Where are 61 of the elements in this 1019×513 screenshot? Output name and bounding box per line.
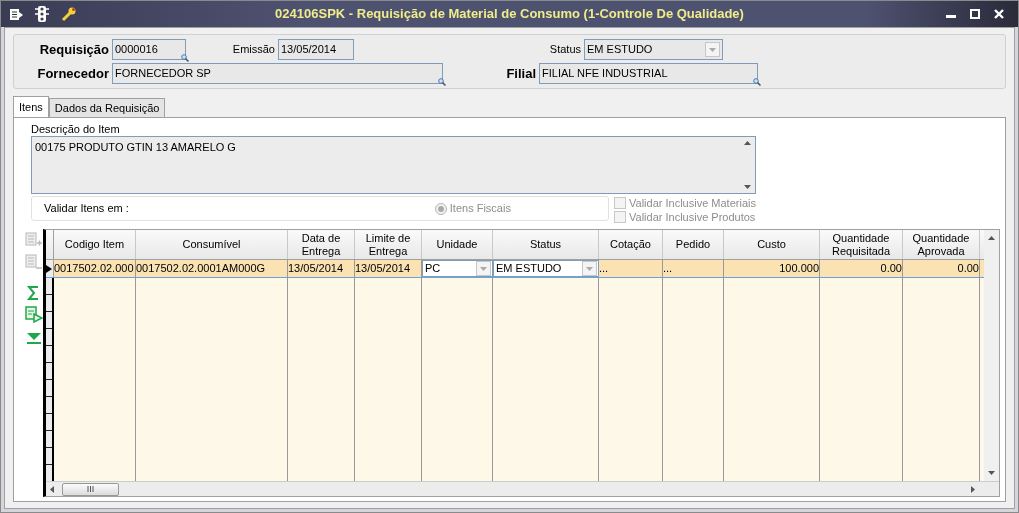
row-pointer-icon [46, 264, 52, 273]
checkbox-label: Validar Inclusive Materiais [629, 195, 756, 211]
scroll-up-icon[interactable] [988, 236, 995, 240]
search-icon[interactable] [181, 54, 189, 62]
column-header[interactable]: Pedido [663, 230, 724, 259]
menu-icon[interactable] [9, 7, 23, 21]
column-header[interactable]: Data de Entrega [288, 230, 355, 259]
status-dropdown[interactable]: EM ESTUDO [584, 39, 723, 60]
table-cell: ... [599, 260, 663, 277]
field-label: Filial [505, 64, 536, 83]
grid-dropdown[interactable]: PC [422, 260, 493, 277]
table-cell: ... [663, 260, 724, 277]
run-icon[interactable] [25, 306, 43, 323]
table-cell: 0.00 [820, 260, 903, 277]
grid-dropdown[interactable]: EM ESTUDO [493, 260, 599, 277]
close-icon[interactable] [994, 9, 1004, 19]
grid-row[interactable]: 0017502.02.000 0017502.02.0001AM000G 13/05/2014 13/05/2014 PC EM ESTUDO ... ... 100.000 0.00 0.00 [46, 260, 984, 278]
column-header[interactable]: Quantidade Requisitada [820, 230, 903, 259]
scroll-thumb[interactable] [62, 482, 119, 496]
table-cell: 0017502.02.0001AM000G [136, 260, 288, 277]
field-label: Fornecedor [36, 64, 109, 83]
traffic-light-icon[interactable] [35, 6, 49, 22]
scroll-down-icon[interactable] [988, 471, 995, 475]
column-header[interactable]: Unidade [422, 230, 493, 259]
scroll-left-icon[interactable] [50, 485, 54, 493]
description-label: Descrição do Item [31, 123, 121, 136]
grip-icon [87, 486, 94, 492]
column-header[interactable]: Status [493, 230, 599, 259]
field-label: Status [548, 42, 581, 58]
column-header[interactable]: Quantidade Aprovada [903, 230, 980, 259]
table-cell: 100.000 [724, 260, 820, 277]
table-cell: 0.00 [903, 260, 980, 277]
validation-label: Validar Itens em : [44, 201, 129, 217]
checkbox-label: Validar Inclusive Produtos [629, 209, 756, 225]
lookup-field[interactable]: FILIAL NFE INDUSTRIAL [539, 63, 758, 84]
scroll-up-icon[interactable] [744, 141, 751, 145]
lookup-field[interactable]: FORNECEDOR SP [112, 63, 443, 84]
column-header[interactable]: Consumível [136, 230, 288, 259]
field-label: Requisição [38, 40, 109, 59]
column-header[interactable]: Codigo Item [54, 230, 136, 259]
column-header[interactable]: Limite de Entrega [355, 230, 422, 259]
search-icon[interactable] [438, 78, 446, 86]
lookup-field[interactable]: 0000016 [112, 39, 186, 60]
radio-label: Itens Fiscais [449, 201, 511, 217]
scroll-right-icon[interactable] [971, 485, 975, 493]
column-header[interactable]: Cotação [599, 230, 663, 259]
table-cell: 0017502.02.000 [54, 260, 136, 277]
window-title: 024106SPK - Requisição de Material de Consumo (1-Controle De Qualidade) [274, 5, 745, 24]
scroll-down-icon[interactable] [744, 185, 751, 189]
search-icon[interactable] [753, 78, 761, 86]
tab[interactable]: Itens [13, 96, 49, 117]
field-label: Emissão [231, 42, 275, 58]
vertical-scrollbar[interactable] [984, 230, 999, 481]
date-field[interactable]: 13/05/2014 [278, 39, 354, 60]
table-cell: 13/05/2014 [288, 260, 355, 277]
maximize-icon[interactable] [970, 9, 980, 19]
column-header[interactable]: Custo [724, 230, 820, 259]
description-box[interactable]: 00175 PRODUTO GTIN 13 AMARELO G [31, 136, 756, 194]
horizontal-scrollbar[interactable] [46, 481, 999, 496]
wrench-icon[interactable] [61, 6, 77, 22]
tab[interactable]: Dados da Requisição [48, 98, 166, 117]
